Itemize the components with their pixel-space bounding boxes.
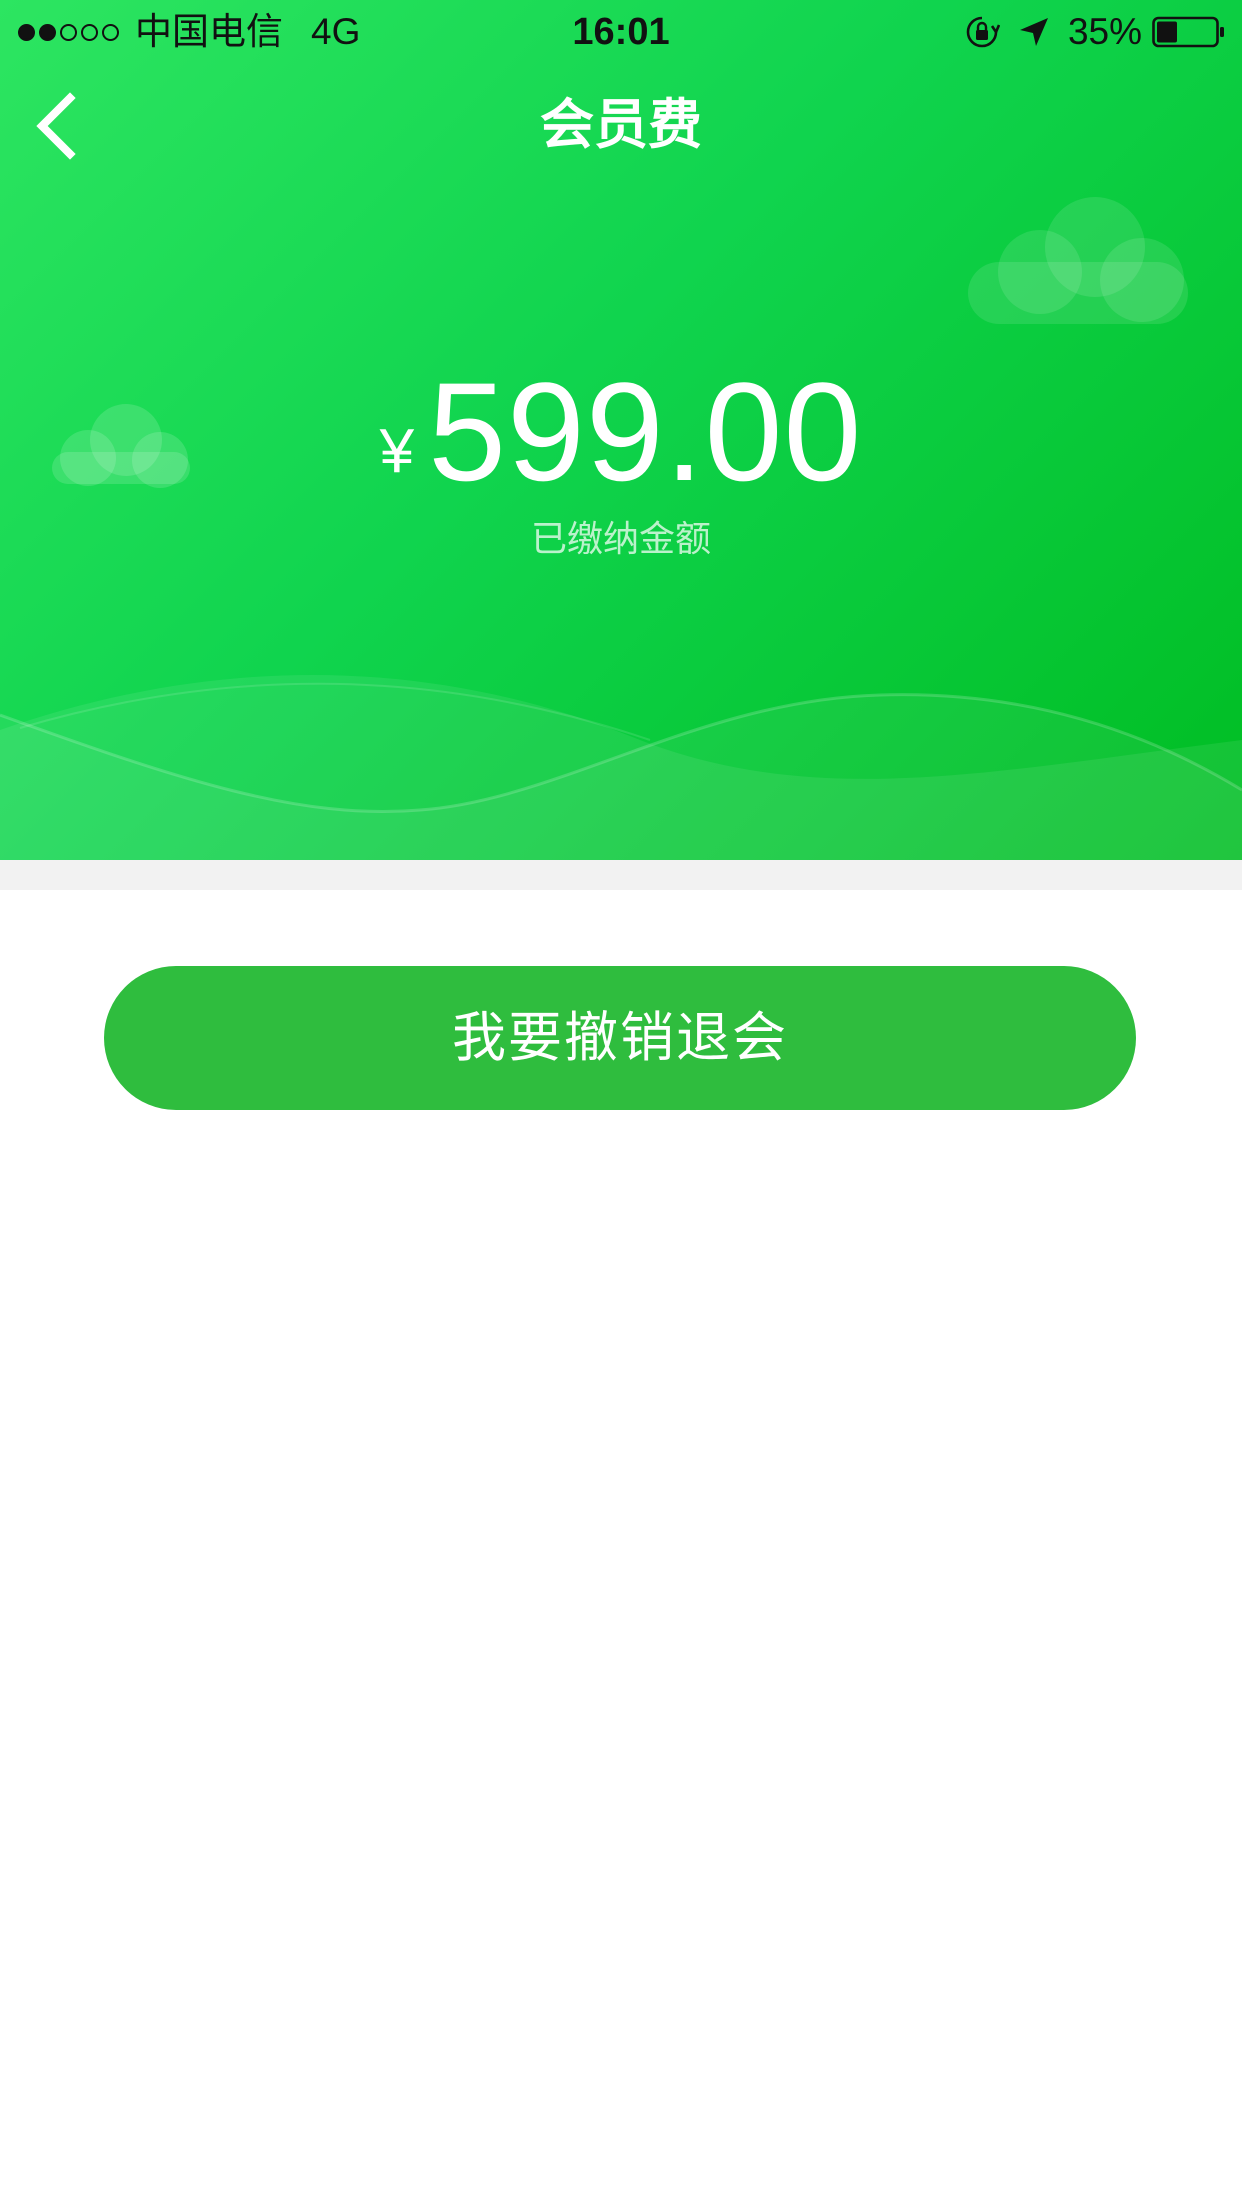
status-right: 35% (964, 10, 1226, 54)
location-arrow-icon (1019, 18, 1048, 46)
cancel-membership-button[interactable]: 我要撤销退会 (104, 966, 1136, 1110)
battery-percent: 35% (1067, 11, 1142, 52)
cloud-icon (968, 197, 1188, 324)
currency-symbol: ¥ (379, 417, 415, 486)
orientation-lock-icon (966, 16, 1000, 48)
battery-icon (1152, 16, 1224, 48)
nav-bar: 会员费 (0, 62, 1242, 190)
amount-display: ¥599.00 (0, 352, 1242, 512)
paid-amount: 599.00 (428, 353, 863, 510)
battery-fill (1157, 21, 1177, 43)
section-divider (0, 860, 1242, 890)
status-bar: 中国电信 4G 16:01 35% (0, 0, 1242, 62)
amount-label: 已缴纳金额 (530, 518, 711, 559)
hero-banner: 中国电信 4G 16:01 35% 会员费 ¥ 599.00 已缴纳金额 (0, 0, 1242, 860)
page-title: 会员费 (540, 95, 702, 155)
